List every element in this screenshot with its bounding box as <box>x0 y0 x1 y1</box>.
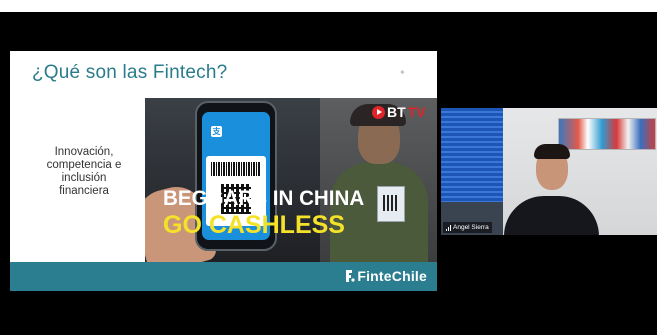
bullet-line: competencia e <box>46 159 122 171</box>
alipay-icon: 支 <box>211 126 222 137</box>
meeting-window: ¿Qué son las Fintech? ✦ Innovación, comp… <box>0 12 657 335</box>
finte-chile-logo: FinteChile <box>343 268 427 284</box>
channel-logo: BT TV <box>372 104 426 120</box>
bullet-line: inclusión <box>61 172 107 184</box>
slide-footer: FinteChile <box>10 262 437 291</box>
channel-logo-tv: TV <box>407 104 426 120</box>
photo-headline: BEGGARS IN CHINA GO CASHLESS <box>163 186 423 238</box>
channel-logo-bt: BT <box>387 104 406 120</box>
bullet-line: Innovación, <box>54 146 114 158</box>
participant-name-tag: Angel Sierra <box>443 222 492 233</box>
headline-line-2: GO CASHLESS <box>163 211 345 239</box>
finte-logo-icon <box>346 270 355 282</box>
play-circle-icon <box>372 105 385 119</box>
participant-video-tile[interactable]: Angel Sierra <box>441 108 657 235</box>
signal-bars-icon <box>446 224 451 231</box>
barcode <box>211 162 261 176</box>
slide-bullet-text: Innovación, competencia e inclusión fina… <box>28 146 140 198</box>
slide-photo: 支 BT TV BEGGARS IN CHINA GO CASHLESS <box>145 98 437 262</box>
alipay-logo: 支 <box>211 126 222 137</box>
window-blinds <box>441 108 503 202</box>
bullet-line: financiera <box>59 185 109 197</box>
wall-painting <box>558 118 656 150</box>
shared-slide: ¿Qué son las Fintech? ✦ Innovación, comp… <box>10 51 437 291</box>
slide-title: ¿Qué son las Fintech? <box>32 62 228 83</box>
headline-line-1: BEGGARS IN CHINA <box>163 187 365 210</box>
footer-logo-text: FinteChile <box>357 268 427 284</box>
participant-name: Angel Sierra <box>453 224 489 231</box>
slide-decoration: ✦ <box>399 68 406 77</box>
